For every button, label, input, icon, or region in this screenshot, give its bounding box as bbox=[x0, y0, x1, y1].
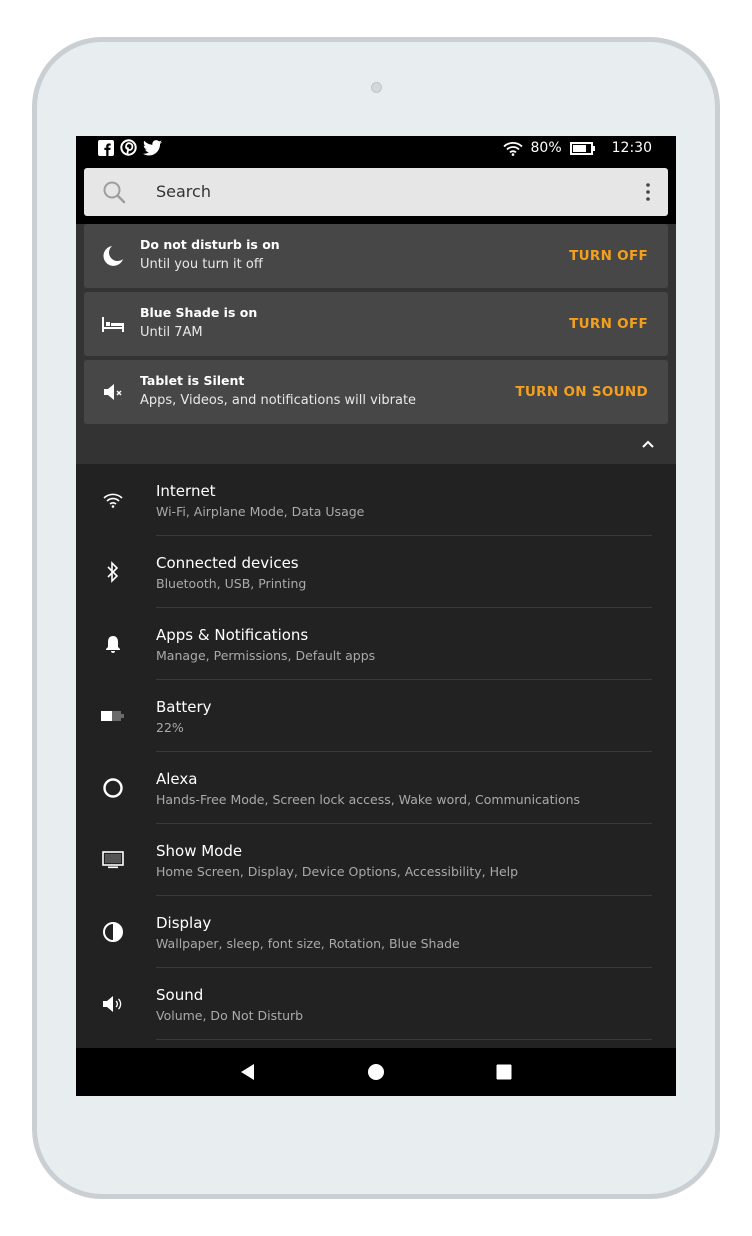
setting-subtitle: Hands-Free Mode, Screen lock access, Wak… bbox=[156, 792, 581, 807]
twitter-icon bbox=[143, 139, 162, 155]
setting-subtitle: Manage, Permissions, Default apps bbox=[156, 648, 376, 663]
facebook-icon bbox=[98, 139, 114, 156]
setting-subtitle: Wi-Fi, Airplane Mode, Data Usage bbox=[156, 504, 365, 519]
notification-title: Tablet is Silent bbox=[140, 373, 245, 388]
moon-icon bbox=[103, 246, 123, 266]
notification-title: Blue Shade is on bbox=[140, 305, 258, 320]
speaker-muted-icon bbox=[104, 384, 122, 400]
setting-subtitle: Home Screen, Display, Device Options, Ac… bbox=[156, 864, 519, 879]
settings-item-sound[interactable]: Sound Volume, Do Not Disturb bbox=[76, 968, 676, 1040]
battery-percent: 80% bbox=[530, 140, 562, 156]
bluetooth-icon bbox=[100, 560, 126, 584]
more-vert-icon[interactable] bbox=[646, 183, 650, 201]
divider bbox=[156, 1039, 652, 1040]
setting-title: Apps & Notifications bbox=[156, 626, 309, 644]
notification-tablet-silent[interactable]: Tablet is Silent Apps, Videos, and notif… bbox=[84, 360, 668, 424]
screen: 80% 12:30 Search Do not disturb is on Un… bbox=[76, 136, 676, 1096]
status-bar: 80% 12:30 bbox=[76, 136, 676, 160]
notification-do-not-disturb[interactable]: Do not disturb is on Until you turn it o… bbox=[84, 224, 668, 288]
search-placeholder: Search bbox=[156, 182, 211, 201]
chevron-up-icon[interactable] bbox=[642, 440, 654, 448]
setting-title: Connected devices bbox=[156, 554, 299, 572]
notification-subtitle: Until 7AM bbox=[140, 325, 203, 340]
setting-title: Battery bbox=[156, 698, 212, 716]
wifi-icon bbox=[100, 488, 126, 512]
setting-title: Alexa bbox=[156, 770, 198, 788]
navigation-bar bbox=[76, 1048, 676, 1096]
notification-shade: Do not disturb is on Until you turn it o… bbox=[76, 224, 676, 464]
notification-blue-shade[interactable]: Blue Shade is on Until 7AM TURN OFF bbox=[84, 292, 668, 356]
search-container: Search bbox=[76, 160, 676, 224]
contrast-icon bbox=[100, 920, 126, 944]
recents-icon[interactable] bbox=[494, 1062, 514, 1082]
speaker-icon bbox=[100, 992, 126, 1016]
settings-item-apps-notifications[interactable]: Apps & Notifications Manage, Permissions… bbox=[76, 608, 676, 680]
monitor-icon bbox=[100, 848, 126, 872]
bell-icon bbox=[100, 632, 126, 656]
clock: 12:30 bbox=[611, 140, 652, 156]
search-icon bbox=[103, 181, 126, 204]
status-app-icons bbox=[98, 139, 162, 156]
search-input[interactable]: Search bbox=[84, 168, 668, 216]
setting-subtitle: Bluetooth, USB, Printing bbox=[156, 576, 307, 591]
battery-status-icon bbox=[569, 141, 595, 155]
alexa-ring-icon bbox=[100, 776, 126, 800]
home-icon[interactable] bbox=[366, 1062, 386, 1082]
setting-title: Show Mode bbox=[156, 842, 243, 860]
turn-on-sound-button[interactable]: TURN ON SOUND bbox=[515, 360, 648, 424]
status-indicators: 80% 12:30 bbox=[502, 136, 652, 160]
notification-title: Do not disturb is on bbox=[140, 237, 280, 252]
setting-title: Display bbox=[156, 914, 212, 932]
settings-item-battery[interactable]: Battery 22% bbox=[76, 680, 676, 752]
turn-off-dnd-button[interactable]: TURN OFF bbox=[569, 224, 648, 288]
back-icon[interactable] bbox=[238, 1062, 258, 1082]
bed-icon bbox=[102, 317, 124, 332]
settings-item-internet[interactable]: Internet Wi-Fi, Airplane Mode, Data Usag… bbox=[76, 464, 676, 536]
settings-item-display[interactable]: Display Wallpaper, sleep, font size, Rot… bbox=[76, 896, 676, 968]
setting-subtitle: Wallpaper, sleep, font size, Rotation, B… bbox=[156, 936, 460, 951]
setting-subtitle: Volume, Do Not Disturb bbox=[156, 1008, 304, 1023]
notification-subtitle: Until you turn it off bbox=[140, 257, 263, 272]
turn-off-blue-shade-button[interactable]: TURN OFF bbox=[569, 292, 648, 356]
setting-title: Sound bbox=[156, 986, 204, 1004]
battery-icon bbox=[100, 704, 126, 728]
notification-subtitle: Apps, Videos, and notifications will vib… bbox=[140, 393, 417, 408]
settings-item-connected-devices[interactable]: Connected devices Bluetooth, USB, Printi… bbox=[76, 536, 676, 608]
settings-item-show-mode[interactable]: Show Mode Home Screen, Display, Device O… bbox=[76, 824, 676, 896]
setting-subtitle: 22% bbox=[156, 720, 184, 735]
pinterest-icon bbox=[120, 139, 137, 156]
setting-title: Internet bbox=[156, 482, 216, 500]
settings-item-alexa[interactable]: Alexa Hands-Free Mode, Screen lock acces… bbox=[76, 752, 676, 824]
front-camera bbox=[371, 82, 382, 93]
settings-list: Internet Wi-Fi, Airplane Mode, Data Usag… bbox=[76, 464, 676, 1048]
wifi-status-icon bbox=[502, 141, 523, 156]
